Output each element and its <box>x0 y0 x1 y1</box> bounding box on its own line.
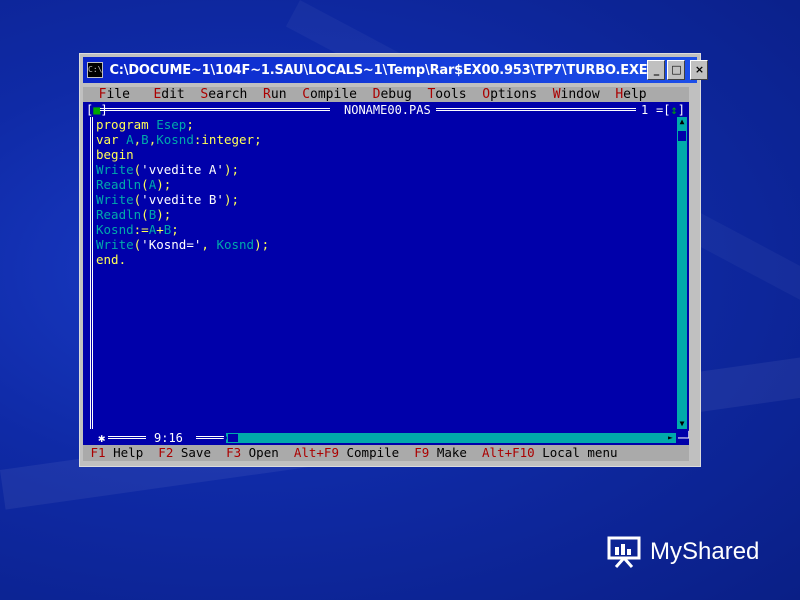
watermark: MyShared <box>606 535 759 569</box>
zoom-box[interactable]: =[↕] <box>656 103 685 117</box>
modified-indicator: ✱ <box>98 431 106 445</box>
editor-frame-bottom: ✱ 9:16 ◄ ► ─┘ <box>86 431 689 445</box>
resize-corner[interactable]: ─┘ <box>678 431 689 445</box>
cursor-position: 9:16 <box>154 431 183 445</box>
watermark-text: MyShared <box>650 538 760 565</box>
close-button[interactable]: × <box>690 60 709 80</box>
code-line: program Esep; <box>96 117 194 132</box>
presentation-icon <box>606 535 644 569</box>
menu-search[interactable]: Search <box>200 87 247 102</box>
code-line: end. <box>96 252 127 267</box>
window-title: C:\DOCUME~1\104F~1.SAU\LOCALS~1\Temp\Rar… <box>109 62 648 78</box>
code-line: Write('vvedite B'); <box>96 192 240 207</box>
menu-debug[interactable]: Debug <box>373 87 412 102</box>
minimize-button[interactable]: _ <box>647 60 666 80</box>
window-controls: _ □ × <box>647 60 709 80</box>
scroll-down-arrow-icon[interactable]: ▼ <box>677 419 687 429</box>
code-line: Write('vvedite A'); <box>96 162 240 177</box>
menu-run[interactable]: Run <box>263 87 286 102</box>
window-number: 1 <box>641 103 649 117</box>
horizontal-scrollbar[interactable]: ◄ ► <box>222 433 676 443</box>
code-line: Readln(A); <box>96 177 172 192</box>
dos-app-icon[interactable]: C:\ <box>87 62 104 78</box>
turbo-pascal-screen: File Edit Search Run Compile Debug Tools… <box>83 87 689 461</box>
menu-edit[interactable]: Edit <box>153 87 184 102</box>
code-line: Write('Kosnd=', Kosnd); <box>96 237 270 252</box>
status-make[interactable]: F9 Make <box>414 445 467 460</box>
status-local-menu[interactable]: Alt+F10 Local menu <box>482 445 617 460</box>
dos-window: C:\ C:\DOCUME~1\104F~1.SAU\LOCALS~1\Temp… <box>79 53 709 467</box>
status-open[interactable]: F3 Open <box>226 445 279 460</box>
status-bar: F1 Help F2 Save F3 Open Alt+F9 Compile F… <box>83 445 689 461</box>
status-compile[interactable]: Alt+F9 Compile <box>294 445 399 460</box>
editor-filename: NONAME00.PAS <box>344 103 431 117</box>
maximize-button[interactable]: □ <box>667 60 686 80</box>
menu-options[interactable]: Options <box>482 87 537 102</box>
menu-window[interactable]: Window <box>553 87 600 102</box>
editor-frame-left <box>90 117 93 429</box>
editor-window: [■] NONAME00.PAS 1 =[↕] program Esep; va… <box>86 103 689 445</box>
scroll-right-arrow-icon[interactable]: ► <box>668 433 676 443</box>
code-line: begin <box>96 147 134 162</box>
editor-frame-top: [■] NONAME00.PAS 1 =[↕] <box>86 103 689 117</box>
scroll-up-arrow-icon[interactable]: ▲ <box>677 117 687 127</box>
code-line: Kosnd:=A+B; <box>96 222 179 237</box>
menu-file[interactable]: File <box>99 87 130 102</box>
scroll-thumb[interactable] <box>228 434 238 442</box>
status-help[interactable]: F1 Help <box>91 445 144 460</box>
code-line: var A,B,Kosnd:integer; <box>96 132 262 147</box>
status-save[interactable]: F2 Save <box>158 445 211 460</box>
vertical-scrollbar[interactable]: ▲ ▼ <box>677 117 687 429</box>
menu-bar: File Edit Search Run Compile Debug Tools… <box>83 87 689 102</box>
scroll-thumb[interactable] <box>678 131 686 141</box>
title-bar[interactable]: C:\ C:\DOCUME~1\104F~1.SAU\LOCALS~1\Temp… <box>83 57 709 83</box>
menu-help[interactable]: Help <box>615 87 646 102</box>
code-line: Readln(B); <box>96 207 172 222</box>
code-editor[interactable]: program Esep; var A,B,Kosnd:integer; beg… <box>96 117 674 417</box>
menu-tools[interactable]: Tools <box>427 87 466 102</box>
menu-compile[interactable]: Compile <box>302 87 357 102</box>
